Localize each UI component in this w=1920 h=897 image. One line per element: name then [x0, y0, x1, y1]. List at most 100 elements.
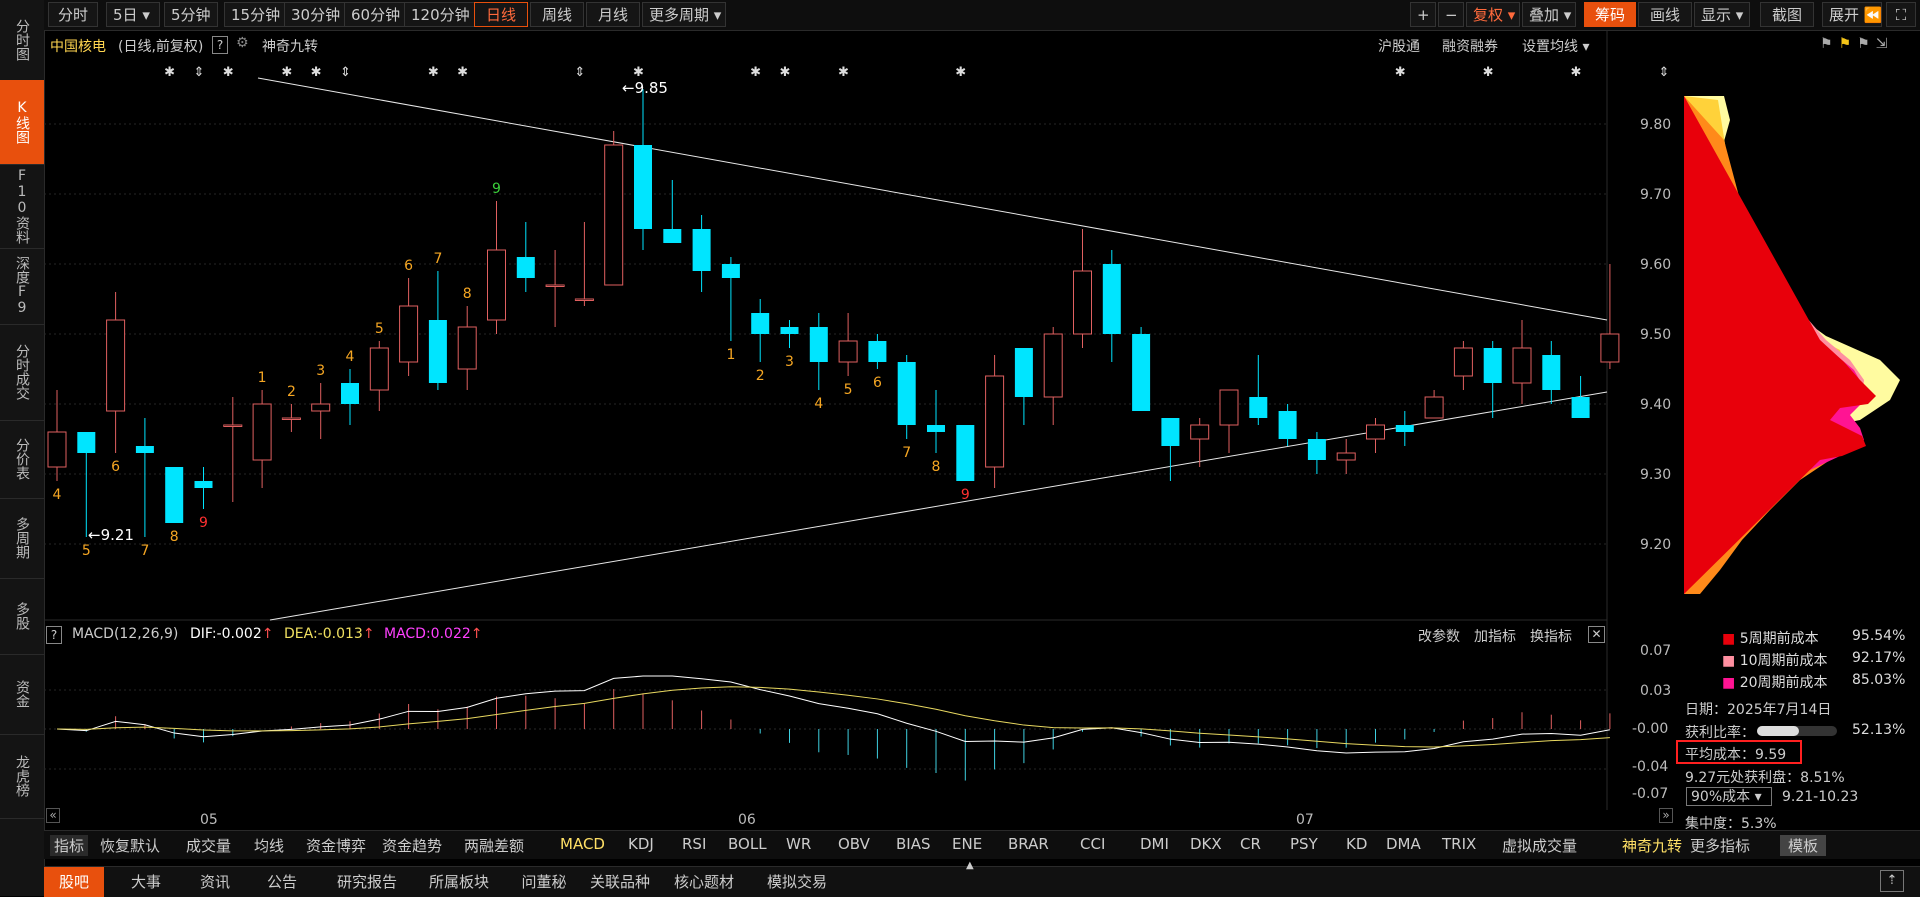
bottom-tab[interactable]: 核心题材 — [660, 871, 748, 892]
indicator-tab[interactable]: KD — [1346, 835, 1367, 853]
nine-turn-label: 9 — [492, 181, 501, 197]
indicator-tab[interactable]: ENE — [952, 835, 982, 853]
candle-body — [956, 425, 975, 481]
cost-select[interactable]: 90%成本 ▾ — [1686, 787, 1772, 806]
bottom-tab[interactable]: 关联品种 — [584, 871, 656, 892]
month-label: 05 — [200, 812, 218, 828]
event-marker: ✱ — [1483, 65, 1494, 80]
indicator-tab[interactable]: RSI — [682, 835, 706, 853]
indicator-tab[interactable]: 虚拟成交量 — [1502, 835, 1577, 856]
candle-body — [1600, 333, 1620, 363]
macd-dif: DIF:-0.002↑ — [190, 626, 274, 642]
bottom-tab[interactable]: 公告 — [250, 871, 314, 892]
indicator-tab[interactable]: MACD — [560, 835, 605, 853]
candle-body — [1278, 411, 1297, 439]
indicator-tab[interactable]: CCI — [1080, 835, 1105, 853]
bottom-tab[interactable]: 模拟交易 — [752, 871, 842, 892]
nine-turn-label: 9 — [961, 487, 970, 503]
macd-axis-label: -0.00 — [1632, 721, 1669, 737]
indicator-tab-bar: 指标 恢复默认 成交量 均线 资金博弈 资金趋势 两融差额 MACD KDJ RSI BOLL WR O… — [44, 830, 1920, 859]
nine-turn-label: 5 — [375, 321, 384, 337]
event-marker: ✱ — [838, 65, 849, 80]
candle-body — [1424, 396, 1444, 419]
chip-legend-5: ■ 5周期前成本 — [1722, 631, 1819, 647]
indicator-tab[interactable]: 资金博弈 — [306, 835, 366, 856]
bottom-tab[interactable]: 大事 — [114, 871, 178, 892]
candle-body — [428, 320, 447, 383]
candle-body — [604, 144, 624, 286]
candle-body — [751, 313, 770, 334]
bottom-tab[interactable]: 研究报告 — [324, 871, 410, 892]
macd-dea-line — [56, 686, 1610, 748]
indicator-tab[interactable]: PSY — [1290, 835, 1318, 853]
candle-body — [223, 424, 243, 427]
candle-body — [1161, 418, 1180, 446]
nine-turn-label: 3 — [316, 363, 325, 379]
indicator-tab[interactable]: DKX — [1190, 835, 1222, 853]
chip-legend-20: ■ 20周期前成本 — [1722, 675, 1828, 691]
resistance-trendline — [257, 77, 1608, 321]
indicator-tab[interactable]: DMI — [1140, 835, 1169, 853]
bottom-tab[interactable]: 股吧 — [44, 867, 104, 897]
macd-axis-label: -0.07 — [1632, 786, 1669, 802]
indicator-tab[interactable]: 恢复默认 — [100, 835, 160, 856]
indicator-tab[interactable]: 神奇九转 — [1622, 835, 1682, 856]
indicator-tab[interactable]: BOLL — [728, 835, 767, 853]
profit-ratio-label: 获利比率： — [1685, 725, 1755, 741]
bottom-tab[interactable]: 资讯 — [184, 871, 246, 892]
indicator-tab[interactable]: TRIX — [1442, 835, 1476, 853]
indicator-tab[interactable]: BIAS — [896, 835, 931, 853]
month-label: 06 — [738, 812, 756, 828]
macd-dif-line — [56, 675, 1610, 754]
add-indicator-button[interactable]: 加指标 — [1474, 626, 1516, 646]
indicator-tab[interactable]: 指标 — [50, 835, 89, 856]
switch-indicator-button[interactable]: 换指标 — [1530, 626, 1572, 646]
indicator-tab[interactable]: KDJ — [628, 835, 654, 853]
nine-turn-label: 8 — [463, 286, 472, 302]
candle-body — [545, 284, 565, 287]
candle-body — [106, 319, 126, 412]
nine-turn-label: 2 — [287, 384, 296, 400]
nine-turn-label: 9 — [199, 515, 208, 531]
price-label: 9.60 — [1640, 257, 1672, 273]
price-label: 9.80 — [1640, 117, 1672, 133]
bottom-tab[interactable]: 问董秘 — [508, 871, 580, 892]
candle-body — [1336, 452, 1356, 461]
indicator-tab[interactable]: 资金趋势 — [382, 835, 442, 856]
macd-axis-label: 0.03 — [1640, 683, 1672, 699]
indicator-tab[interactable]: DMA — [1386, 835, 1421, 853]
event-marker: ✱ — [1571, 65, 1582, 80]
macd-dea: DEA:-0.013↑ — [284, 626, 375, 642]
indicator-tab[interactable]: 两融差额 — [464, 835, 524, 856]
change-param-button[interactable]: 改参数 — [1418, 626, 1460, 646]
indicator-tab[interactable]: WR — [786, 835, 811, 853]
indicator-tab[interactable]: CR — [1240, 835, 1261, 853]
candle-body — [721, 264, 740, 278]
bottom-tab[interactable]: 所属板块 — [414, 871, 504, 892]
scroll-right-icon[interactable]: » — [1659, 808, 1673, 823]
candle-body — [1190, 424, 1210, 440]
macd-help-icon[interactable]: ? — [46, 626, 62, 644]
indicator-tab[interactable]: 更多指标 — [1690, 835, 1750, 856]
event-marker: ⇕ — [1658, 65, 1669, 80]
expand-up-icon[interactable]: ⇡ — [1880, 870, 1904, 892]
candle-body — [780, 327, 799, 334]
nine-turn-label: 4 — [814, 396, 823, 412]
event-marker: ✱ — [223, 65, 234, 80]
drag-handle-icon[interactable]: ▲ — [966, 860, 974, 871]
price-label: 9.30 — [1640, 467, 1672, 483]
close-icon[interactable]: ✕ — [1588, 626, 1605, 643]
candle-body — [1512, 347, 1532, 384]
indicator-tab[interactable]: 均线 — [254, 835, 284, 856]
month-label: 07 — [1296, 812, 1314, 828]
scroll-left-icon[interactable]: « — [46, 808, 60, 823]
candle-body — [165, 467, 184, 523]
candle-body — [1453, 347, 1473, 377]
candle-body — [1542, 355, 1561, 390]
indicator-tab[interactable]: 模板 — [1780, 835, 1827, 856]
indicator-tab[interactable]: BRAR — [1008, 835, 1049, 853]
indicator-tab[interactable]: OBV — [838, 835, 870, 853]
indicator-tab[interactable]: 成交量 — [186, 835, 231, 856]
candle-body — [311, 403, 331, 412]
candle-body — [1249, 397, 1268, 418]
